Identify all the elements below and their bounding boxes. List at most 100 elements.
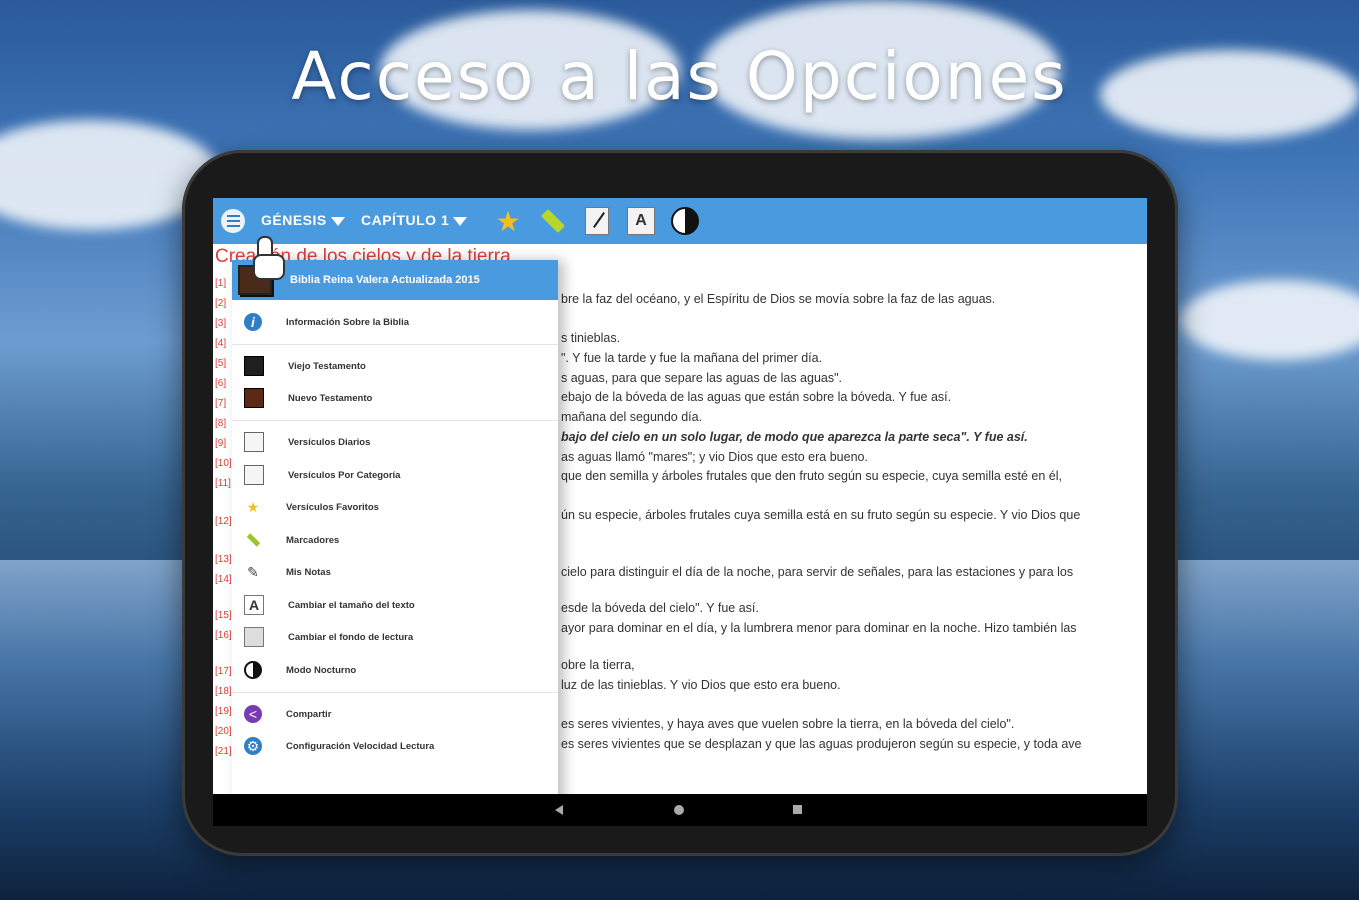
menu-item-new-testament[interactable]: Nuevo Testamento — [232, 383, 558, 413]
verse-text: luz de las tinieblas. Y vio Dios que est… — [561, 678, 841, 692]
menu-item-notes[interactable]: ✎ Mis Notas — [232, 557, 558, 587]
verse-text: s tinieblas. — [561, 331, 621, 345]
font-size-icon: A — [244, 595, 264, 615]
verse-number: [20] — [215, 726, 232, 737]
divider — [232, 344, 558, 345]
divider — [232, 420, 558, 421]
info-icon: i — [244, 313, 262, 331]
menu-item-label: Marcadores — [286, 534, 340, 546]
verse-number: [19] — [215, 706, 232, 717]
verse-text: ayor para dominar en el día, y la lumbre… — [561, 621, 1077, 635]
menu-item-label: Mis Notas — [286, 566, 331, 578]
verse-number: [14] — [215, 574, 232, 585]
tablet-frame: GÉNESIS CAPÍTULO 1 ★ A Creación de los c… — [182, 150, 1178, 856]
notes-icon: ✎ — [247, 563, 259, 580]
menu-item-label: Información Sobre la Biblia — [286, 316, 409, 328]
verse-number: [1] — [215, 278, 227, 289]
verse-number: [11] — [215, 478, 231, 489]
night-mode-icon — [244, 661, 262, 679]
verse-number: [10] — [215, 458, 232, 469]
menu-item-old-testament[interactable]: Viejo Testamento — [232, 351, 558, 381]
verse-number: [8] — [215, 418, 227, 429]
book-dropdown[interactable]: GÉNESIS — [261, 212, 345, 228]
new-testament-icon — [244, 388, 264, 408]
menu-item-label: Compartir — [286, 708, 332, 720]
verse-text: bajo del cielo en un solo lugar, de modo… — [561, 430, 1028, 444]
verse-number: [18] — [215, 686, 232, 697]
verse-text: s aguas, para que separe las aguas de la… — [561, 371, 843, 385]
menu-item-verses-by-category[interactable]: Versículos Por Categoría — [232, 460, 558, 490]
verse-text: es seres vivientes que se desplazan y qu… — [561, 737, 1082, 751]
highlighter-icon[interactable] — [539, 207, 567, 235]
menu-item-night-mode[interactable]: Modo Nocturno — [232, 655, 558, 685]
menu-item-label: Configuración Velocidad Lectura — [286, 740, 435, 752]
night-mode-icon[interactable] — [671, 207, 699, 235]
menu-item-label: Modo Nocturno — [286, 664, 357, 676]
chevron-down-icon — [330, 216, 345, 226]
verse-number: [12] — [215, 516, 232, 527]
verse-number: [5] — [215, 358, 227, 369]
home-icon[interactable] — [674, 805, 684, 815]
favorites-star-icon[interactable]: ★ — [494, 206, 522, 237]
menu-item-reading-background[interactable]: Cambiar el fondo de lectura — [232, 622, 558, 652]
verse-text: ". Y fue la tarde y fue la mañana del pr… — [561, 351, 823, 365]
chapter-dropdown[interactable]: CAPÍTULO 1 — [361, 212, 468, 228]
verses-by-category-icon — [244, 465, 264, 485]
verse-text: bre la faz del océano, y el Espíritu de … — [561, 292, 996, 306]
pointing-hand-icon — [249, 236, 285, 280]
verse-number: [17] — [215, 666, 232, 677]
verse-text: que den semilla y árboles frutales que d… — [561, 469, 1062, 483]
verse-number: [13] — [215, 554, 232, 565]
menu-item-reading-speed-settings[interactable]: ⚙ Configuración Velocidad Lectura — [232, 731, 558, 761]
drawer-title: Biblia Reina Valera Actualizada 2015 — [290, 274, 480, 286]
verse-text: mañana del segundo día. — [561, 410, 703, 424]
menu-item-label: Nuevo Testamento — [288, 392, 373, 404]
star-icon: ★ — [246, 498, 260, 515]
background-cloud — [1180, 280, 1359, 360]
menu-icon[interactable] — [221, 209, 245, 233]
verse-number: [3] — [215, 318, 227, 329]
verse-number: [15] — [215, 610, 232, 621]
verse-number: [16] — [215, 630, 232, 641]
navigation-drawer: Biblia Reina Valera Actualizada 2015 i I… — [232, 260, 558, 826]
menu-item-label: Viejo Testamento — [288, 360, 366, 372]
headline: Acceso a las Opciones — [291, 38, 1068, 115]
verse-text: esde la bóveda del cielo". Y fue así. — [561, 601, 759, 615]
old-testament-icon — [244, 356, 264, 376]
menu-item-label: Cambiar el tamaño del texto — [288, 599, 415, 611]
daily-verses-icon — [244, 432, 264, 452]
menu-item-daily-verses[interactable]: Versículos Diarios — [232, 427, 558, 457]
app-screen: GÉNESIS CAPÍTULO 1 ★ A Creación de los c… — [213, 198, 1147, 826]
menu-item-bookmarks[interactable]: Marcadores — [232, 525, 558, 555]
android-navigation-bar — [213, 794, 1147, 826]
chevron-down-icon — [453, 216, 468, 226]
menu-item-share[interactable]: < Compartir — [232, 699, 558, 729]
menu-item-label: Versículos Por Categoría — [288, 469, 401, 481]
divider — [232, 692, 558, 693]
settings-icon: ⚙ — [244, 737, 262, 755]
app-bar: GÉNESIS CAPÍTULO 1 ★ A — [213, 198, 1147, 244]
recent-apps-icon[interactable] — [793, 805, 802, 814]
verse-number: [6] — [215, 378, 227, 389]
book-dropdown-label: GÉNESIS — [261, 212, 327, 228]
verse-number: [9] — [215, 438, 227, 449]
menu-item-text-size[interactable]: A Cambiar el tamaño del texto — [232, 590, 558, 620]
verse-number: [4] — [215, 338, 227, 349]
back-icon[interactable] — [555, 805, 563, 815]
chapter-dropdown-label: CAPÍTULO 1 — [361, 212, 450, 228]
menu-item-label: Versículos Diarios — [288, 436, 371, 448]
menu-item-favorites[interactable]: ★ Versículos Favoritos — [232, 492, 558, 522]
verse-number: [7] — [215, 398, 227, 409]
verse-text: ebajo de la bóveda de las aguas que está… — [561, 390, 952, 404]
verse-text: es seres vivientes, y haya aves que vuel… — [561, 717, 1015, 731]
font-size-icon[interactable]: A — [627, 207, 655, 235]
share-icon: < — [244, 705, 262, 723]
menu-item-label: Cambiar el fondo de lectura — [288, 631, 414, 643]
verse-text: cielo para distinguir el día de la noche… — [561, 565, 1074, 579]
menu-item-info[interactable]: i Información Sobre la Biblia — [232, 307, 558, 337]
bookmark-icon — [244, 531, 262, 549]
menu-item-label: Versículos Favoritos — [286, 501, 379, 513]
notes-icon[interactable] — [583, 207, 611, 235]
verse-text: ún su especie, árboles frutales cuya sem… — [561, 508, 1081, 522]
verse-text: as aguas llamó "mares"; y vio Dios que e… — [561, 450, 868, 464]
